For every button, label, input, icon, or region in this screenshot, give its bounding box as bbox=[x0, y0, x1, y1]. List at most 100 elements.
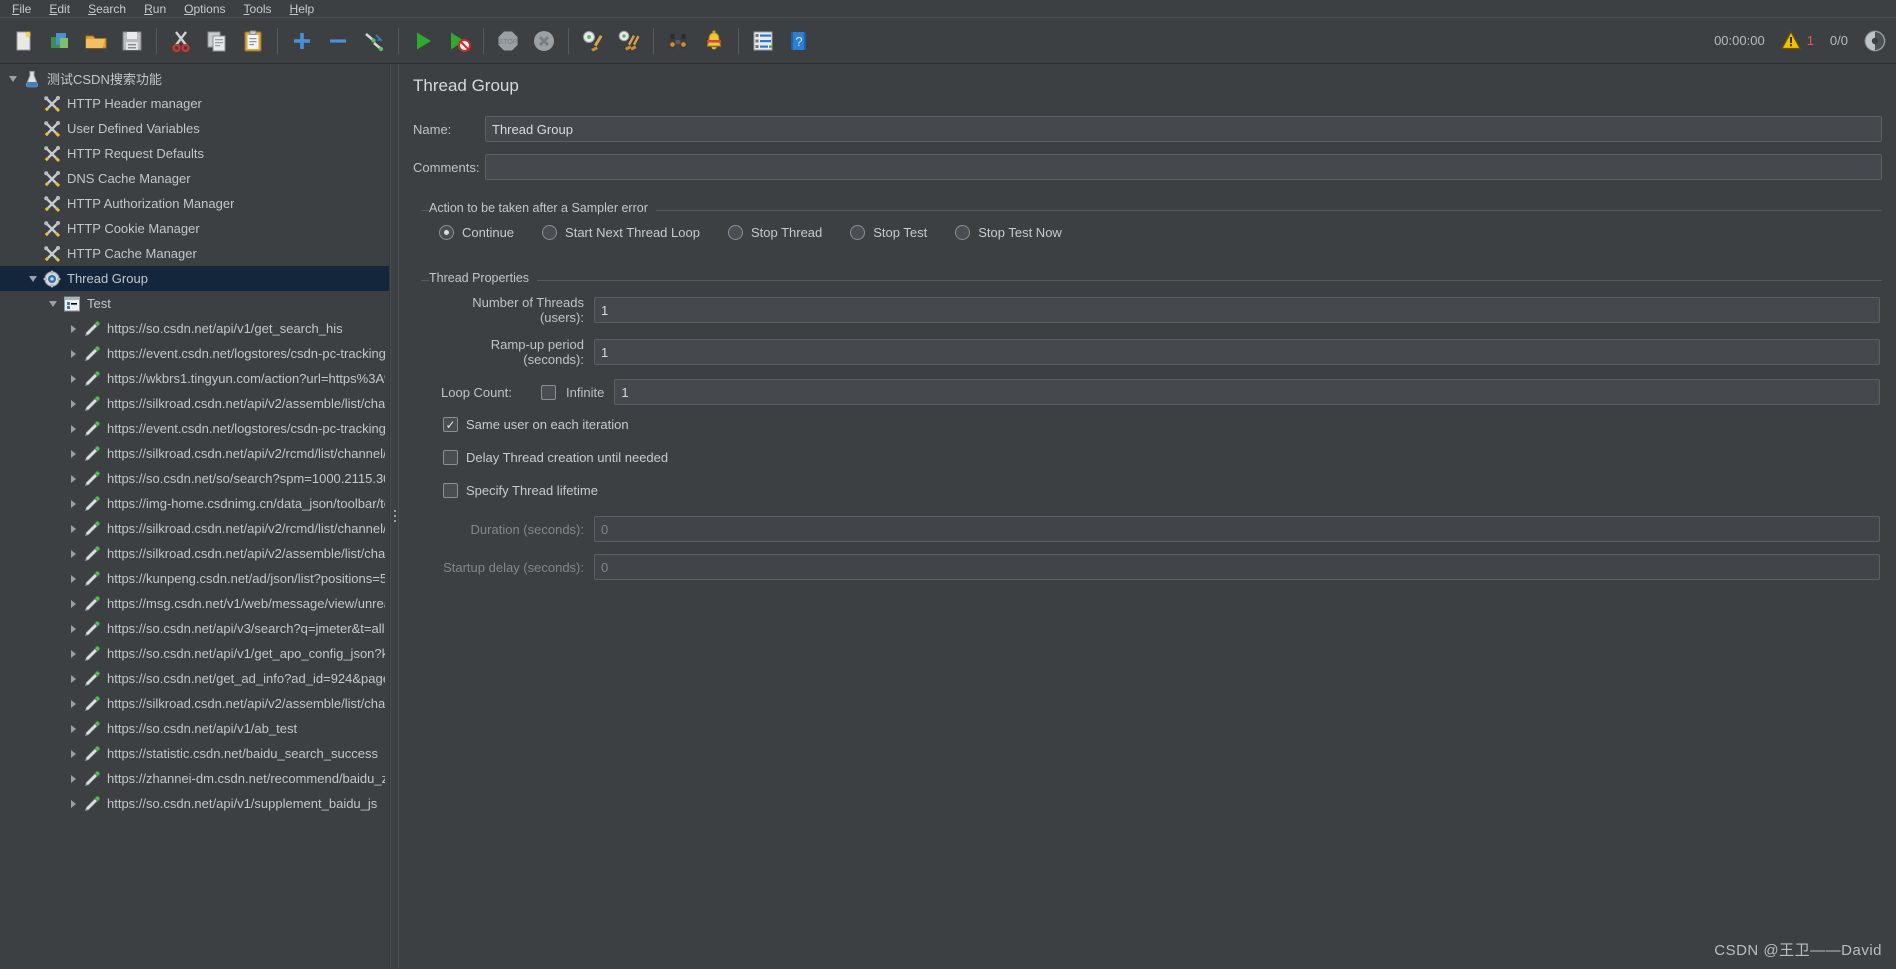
delay-thread-checkbox[interactable] bbox=[443, 450, 458, 465]
chevron-right-icon[interactable] bbox=[64, 716, 82, 741]
menu-help[interactable]: Help bbox=[282, 1, 323, 17]
tree-node[interactable]: https://so.csdn.net/api/v1/get_search_hi… bbox=[0, 316, 389, 341]
tree-node[interactable]: https://zhannei-dm.csdn.net/recommend/ba… bbox=[0, 766, 389, 791]
same-user-row[interactable]: Same user on each iteration bbox=[443, 417, 1882, 432]
warning-indicator[interactable]: 1 bbox=[1780, 31, 1814, 50]
tree-node[interactable]: HTTP Cache Manager bbox=[0, 241, 389, 266]
paste-clipboard-button[interactable] bbox=[235, 23, 271, 59]
plus-button[interactable] bbox=[284, 23, 320, 59]
comments-input[interactable] bbox=[485, 154, 1882, 180]
chevron-right-icon[interactable] bbox=[64, 416, 82, 441]
tree-node[interactable]: https://silkroad.csdn.net/api/v2/rcmd/li… bbox=[0, 516, 389, 541]
chevron-right-icon[interactable] bbox=[64, 491, 82, 516]
menu-run[interactable]: Run bbox=[136, 1, 174, 17]
infinite-checkbox[interactable] bbox=[541, 384, 556, 400]
duration-input[interactable] bbox=[594, 516, 1880, 542]
menu-edit[interactable]: Edit bbox=[41, 1, 78, 17]
minus-button[interactable] bbox=[320, 23, 356, 59]
radio-button[interactable] bbox=[542, 225, 558, 240]
menu-tools[interactable]: Tools bbox=[236, 1, 280, 17]
chevron-right-icon[interactable] bbox=[64, 591, 82, 616]
chevron-right-icon[interactable] bbox=[64, 741, 82, 766]
connection-status-icon[interactable] bbox=[1864, 30, 1886, 52]
chevron-right-icon[interactable] bbox=[64, 641, 82, 666]
radio-button[interactable] bbox=[955, 225, 971, 240]
chevron-right-icon[interactable] bbox=[64, 691, 82, 716]
chevron-right-icon[interactable] bbox=[64, 391, 82, 416]
specify-lifetime-row[interactable]: Specify Thread lifetime bbox=[443, 483, 1882, 498]
sampler-error-option[interactable]: Continue bbox=[439, 225, 514, 240]
cut-scissors-button[interactable] bbox=[163, 23, 199, 59]
tree-node[interactable]: https://silkroad.csdn.net/api/v2/assembl… bbox=[0, 691, 389, 716]
num-threads-input[interactable] bbox=[594, 297, 1880, 323]
chevron-right-icon[interactable] bbox=[64, 616, 82, 641]
tree-node[interactable]: https://silkroad.csdn.net/api/v2/assembl… bbox=[0, 391, 389, 416]
tree-node[interactable]: https://msg.csdn.net/v1/web/message/view… bbox=[0, 591, 389, 616]
tree-node[interactable]: HTTP Request Defaults bbox=[0, 141, 389, 166]
radio-button[interactable] bbox=[850, 225, 866, 240]
chevron-right-icon[interactable] bbox=[64, 766, 82, 791]
copy-pages-button[interactable] bbox=[199, 23, 235, 59]
tree-node[interactable]: HTTP Header manager bbox=[0, 91, 389, 116]
chevron-down-icon[interactable] bbox=[44, 291, 62, 316]
tree-node-selected[interactable]: Thread Group bbox=[0, 266, 389, 291]
sampler-error-option[interactable]: Stop Test Now bbox=[955, 225, 1062, 240]
startup-delay-input[interactable] bbox=[594, 554, 1880, 580]
save-floppy-button[interactable] bbox=[114, 23, 150, 59]
chevron-right-icon[interactable] bbox=[64, 366, 82, 391]
new-file-button[interactable] bbox=[6, 23, 42, 59]
tree-node[interactable]: 测试CSDN搜索功能 bbox=[0, 66, 389, 91]
tree-node[interactable]: https://event.csdn.net/logstores/csdn-pc… bbox=[0, 416, 389, 441]
infinite-checkbox-wrap[interactable]: Infinite bbox=[541, 384, 604, 400]
templates-button[interactable] bbox=[42, 23, 78, 59]
sampler-error-option[interactable]: Start Next Thread Loop bbox=[542, 225, 700, 240]
sampler-error-option[interactable]: Stop Thread bbox=[727, 225, 822, 240]
tree-node[interactable]: https://silkroad.csdn.net/api/v2/rcmd/li… bbox=[0, 441, 389, 466]
open-folder-button[interactable] bbox=[78, 23, 114, 59]
tree-node[interactable]: HTTP Authorization Manager bbox=[0, 191, 389, 216]
search-binoculars-button[interactable] bbox=[660, 23, 696, 59]
tree-node[interactable]: https://so.csdn.net/api/v1/get_apo_confi… bbox=[0, 641, 389, 666]
tree-node[interactable]: DNS Cache Manager bbox=[0, 166, 389, 191]
tree-node[interactable]: https://so.csdn.net/so/search?spm=1000.2… bbox=[0, 466, 389, 491]
chevron-down-icon[interactable] bbox=[4, 66, 22, 91]
chevron-right-icon[interactable] bbox=[64, 441, 82, 466]
chevron-right-icon[interactable] bbox=[64, 341, 82, 366]
tree-node[interactable]: https://silkroad.csdn.net/api/v2/assembl… bbox=[0, 541, 389, 566]
clear-all-broom-button[interactable] bbox=[611, 23, 647, 59]
chevron-right-icon[interactable] bbox=[64, 316, 82, 341]
shutdown-button[interactable] bbox=[526, 23, 562, 59]
tree-node[interactable]: https://kunpeng.csdn.net/ad/json/list?po… bbox=[0, 566, 389, 591]
chevron-right-icon[interactable] bbox=[64, 516, 82, 541]
sampler-error-option[interactable]: Stop Test bbox=[850, 225, 927, 240]
loop-count-input[interactable] bbox=[614, 379, 1880, 405]
tree-node[interactable]: https://wkbrs1.tingyun.com/action?url=ht… bbox=[0, 366, 389, 391]
radio-button[interactable] bbox=[727, 225, 743, 240]
start-no-pause-button[interactable] bbox=[441, 23, 477, 59]
chevron-right-icon[interactable] bbox=[64, 466, 82, 491]
stop-button[interactable]: STOP bbox=[490, 23, 526, 59]
pane-splitter[interactable] bbox=[390, 64, 399, 968]
radio-button[interactable] bbox=[439, 225, 454, 240]
tree-node[interactable]: https://img-home.csdnimg.cn/data_json/to… bbox=[0, 491, 389, 516]
start-play-button[interactable] bbox=[405, 23, 441, 59]
tree-node[interactable]: https://so.csdn.net/get_ad_info?ad_id=92… bbox=[0, 666, 389, 691]
tree-node[interactable]: https://so.csdn.net/api/v1/ab_test bbox=[0, 716, 389, 741]
tree-node[interactable]: https://event.csdn.net/logstores/csdn-pc… bbox=[0, 341, 389, 366]
chevron-right-icon[interactable] bbox=[64, 541, 82, 566]
specify-lifetime-checkbox[interactable] bbox=[443, 483, 458, 498]
tree-node[interactable]: https://so.csdn.net/api/v3/search?q=jmet… bbox=[0, 616, 389, 641]
chevron-right-icon[interactable] bbox=[64, 791, 82, 816]
delay-thread-row[interactable]: Delay Thread creation until needed bbox=[443, 450, 1882, 465]
chevron-right-icon[interactable] bbox=[64, 566, 82, 591]
function-helper-button[interactable] bbox=[745, 23, 781, 59]
chevron-down-icon[interactable] bbox=[24, 266, 42, 291]
menu-file[interactable]: File bbox=[4, 1, 39, 17]
same-user-checkbox[interactable] bbox=[443, 417, 458, 432]
tree-node[interactable]: HTTP Cookie Manager bbox=[0, 216, 389, 241]
clear-broom-button[interactable] bbox=[575, 23, 611, 59]
name-input[interactable] bbox=[485, 116, 1882, 142]
menu-options[interactable]: Options bbox=[176, 1, 233, 17]
tree-node[interactable]: https://so.csdn.net/api/v1/supplement_ba… bbox=[0, 791, 389, 816]
menu-search[interactable]: Search bbox=[80, 1, 134, 17]
